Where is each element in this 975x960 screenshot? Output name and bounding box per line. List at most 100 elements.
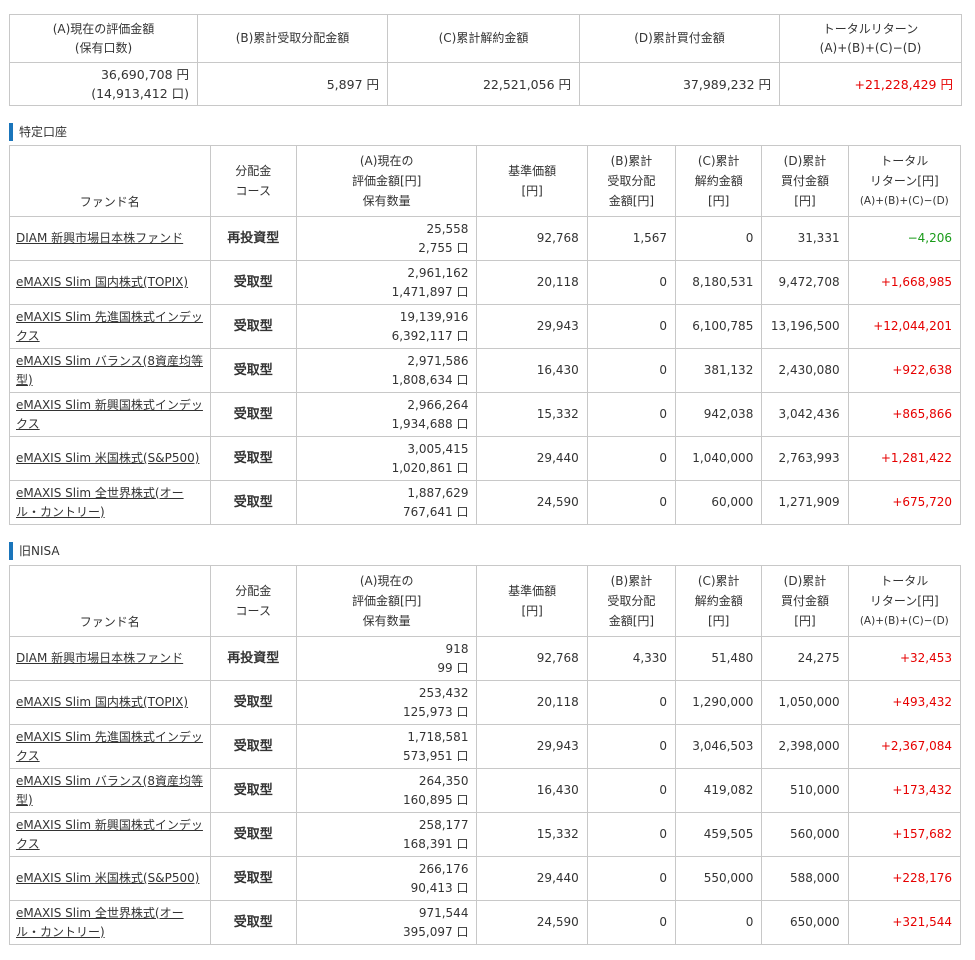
table-row: eMAXIS Slim バランス(8資産均等型) 受取型 2,971,586 1,80… xyxy=(9,348,962,393)
summary-d-value: 37,989,232 円 xyxy=(579,62,780,106)
distribution-course: 受取型 xyxy=(209,724,297,769)
distribution-course: 受取型 xyxy=(209,900,297,945)
base-price: 92,768 xyxy=(476,216,588,261)
distribution-course: 再投資型 xyxy=(209,636,297,681)
valuation-amount: 2,966,264 xyxy=(407,397,469,412)
holding-units: 767,641 口 xyxy=(403,504,469,519)
total-return: +675,720 xyxy=(847,480,962,525)
distribution-amount: 4,330 xyxy=(586,636,677,681)
header-fund-name-label: ファンド名 xyxy=(79,195,140,209)
fund-name-link[interactable]: DIAM 新興市場日本株ファンド xyxy=(16,231,183,245)
fund-name-link[interactable]: eMAXIS Slim 米国株式(S&P500) xyxy=(16,451,199,465)
base-price: 92,768 xyxy=(476,636,588,681)
distribution-course: 受取型 xyxy=(209,768,297,813)
fund-name-link[interactable]: eMAXIS Slim 国内株式(TOPIX) xyxy=(16,275,188,289)
header-base-price: 基準価額 [円] xyxy=(476,565,588,637)
purchase-amount: 560,000 xyxy=(761,812,849,857)
summary-a-cell: 36,690,708 円 (14,913,412 口) xyxy=(9,62,198,106)
valuation-cell: 2,961,162 1,471,897 口 xyxy=(295,260,478,305)
fund-name-cell: eMAXIS Slim 先進国株式インデックス xyxy=(9,304,211,349)
distribution-course: 受取型 xyxy=(209,812,297,857)
redemption-amount: 459,505 xyxy=(675,812,763,857)
fund-name-cell: eMAXIS Slim 全世界株式(オール・カントリー) xyxy=(9,900,211,945)
fund-name-link[interactable]: eMAXIS Slim 米国株式(S&P500) xyxy=(16,871,199,885)
total-return: +32,453 xyxy=(847,636,962,681)
header-purchase-label: (D)累計 買付金額 [円] xyxy=(780,154,829,208)
purchase-amount: 3,042,436 xyxy=(761,392,849,437)
fund-name-link[interactable]: eMAXIS Slim 国内株式(TOPIX) xyxy=(16,695,188,709)
redemption-amount: 550,000 xyxy=(675,856,763,901)
header-base-price: 基準価額 [円] xyxy=(476,145,588,217)
summary-header-b: (B)累計受取分配金額 xyxy=(197,14,388,63)
fund-table-tokutei: ファンド名 分配金 コース (A)現在の 評価金額[円] 保有数量 基準価額 [円] (… xyxy=(9,145,962,525)
base-price: 16,430 xyxy=(476,768,588,813)
header-purchase: (D)累計 買付金額 [円] xyxy=(761,145,849,217)
table-header-row: ファンド名 分配金 コース (A)現在の 評価金額[円] 保有数量 基準価額 [円] (… xyxy=(9,145,962,217)
table-row: eMAXIS Slim 米国株式(S&P500) 受取型 266,176 90,413… xyxy=(9,856,962,901)
valuation-cell: 1,718,581 573,951 口 xyxy=(295,724,478,769)
header-course: 分配金 コース xyxy=(209,565,297,637)
distribution-amount: 0 xyxy=(586,436,677,481)
fund-name-link[interactable]: eMAXIS Slim バランス(8資産均等型) xyxy=(16,774,203,807)
fund-name-link[interactable]: DIAM 新興市場日本株ファンド xyxy=(16,651,183,665)
table-row: eMAXIS Slim 先進国株式インデックス 受取型 1,718,581 573,9… xyxy=(9,724,962,769)
fund-name-link[interactable]: eMAXIS Slim バランス(8資産均等型) xyxy=(16,354,203,387)
fund-name-cell: eMAXIS Slim 先進国株式インデックス xyxy=(9,724,211,769)
redemption-amount: 1,290,000 xyxy=(675,680,763,725)
holding-units: 1,020,861 口 xyxy=(391,460,469,475)
redemption-amount: 60,000 xyxy=(675,480,763,525)
fund-name-link[interactable]: eMAXIS Slim 先進国株式インデックス xyxy=(16,310,203,343)
header-total-return-formula: (A)+(B)+(C)−(D) xyxy=(859,615,949,627)
valuation-cell: 19,139,916 6,392,117 口 xyxy=(295,304,478,349)
purchase-amount: 2,763,993 xyxy=(761,436,849,481)
fund-name-link[interactable]: eMAXIS Slim 新興国株式インデックス xyxy=(16,818,203,851)
fund-name-cell: eMAXIS Slim 国内株式(TOPIX) xyxy=(9,260,211,305)
distribution-course: 受取型 xyxy=(209,304,297,349)
valuation-cell: 258,177 168,391 口 xyxy=(295,812,478,857)
header-fund-name-label: ファンド名 xyxy=(79,615,140,629)
fund-name-cell: eMAXIS Slim 国内株式(TOPIX) xyxy=(9,680,211,725)
summary-b-value: 5,897 円 xyxy=(197,62,388,106)
valuation-amount: 19,139,916 xyxy=(399,309,469,324)
purchase-amount: 24,275 xyxy=(761,636,849,681)
distribution-amount: 0 xyxy=(586,724,677,769)
valuation-cell: 2,971,586 1,808,634 口 xyxy=(295,348,478,393)
holding-units: 1,934,688 口 xyxy=(391,416,469,431)
header-total-return: トータル リターン[円] (A)+(B)+(C)−(D) xyxy=(847,145,962,217)
holding-units: 1,471,897 口 xyxy=(391,284,469,299)
distribution-amount: 0 xyxy=(586,768,677,813)
fund-name-link[interactable]: eMAXIS Slim 先進国株式インデックス xyxy=(16,730,203,763)
header-redemption: (C)累計 解約金額 [円] xyxy=(675,565,763,637)
table-row: eMAXIS Slim 全世界株式(オール・カントリー) 受取型 1,887,629… xyxy=(9,480,962,525)
header-valuation: (A)現在の 評価金額[円] 保有数量 xyxy=(295,565,478,637)
total-return: +493,432 xyxy=(847,680,962,725)
header-fund-name: ファンド名 xyxy=(9,565,211,637)
purchase-amount: 31,331 xyxy=(761,216,849,261)
valuation-cell: 918 99 口 xyxy=(295,636,478,681)
distribution-amount: 0 xyxy=(586,680,677,725)
total-return: −4,206 xyxy=(847,216,962,261)
base-price: 29,440 xyxy=(476,436,588,481)
fund-name-link[interactable]: eMAXIS Slim 新興国株式インデックス xyxy=(16,398,203,431)
total-return: +173,432 xyxy=(847,768,962,813)
fund-name-cell: eMAXIS Slim バランス(8資産均等型) xyxy=(9,348,211,393)
fund-name-link[interactable]: eMAXIS Slim 全世界株式(オール・カントリー) xyxy=(16,486,184,519)
table-row: eMAXIS Slim バランス(8資産均等型) 受取型 264,350 160,89… xyxy=(9,768,962,813)
distribution-amount: 1,567 xyxy=(586,216,677,261)
total-return: +321,544 xyxy=(847,900,962,945)
valuation-cell: 3,005,415 1,020,861 口 xyxy=(295,436,478,481)
purchase-amount: 9,472,708 xyxy=(761,260,849,305)
valuation-cell: 1,887,629 767,641 口 xyxy=(295,480,478,525)
summary-header-c: (C)累計解約金額 xyxy=(387,14,580,63)
table-row: eMAXIS Slim 先進国株式インデックス 受取型 19,139,916 6,39… xyxy=(9,304,962,349)
header-redemption-label: (C)累計 解約金額 [円] xyxy=(694,154,743,208)
header-redemption-label: (C)累計 解約金額 [円] xyxy=(694,574,743,628)
table-row: eMAXIS Slim 国内株式(TOPIX) 受取型 253,432 125,973… xyxy=(9,680,962,725)
header-total-return: トータル リターン[円] (A)+(B)+(C)−(D) xyxy=(847,565,962,637)
fund-name-link[interactable]: eMAXIS Slim 全世界株式(オール・カントリー) xyxy=(16,906,184,939)
base-price: 29,943 xyxy=(476,304,588,349)
table-header-row: ファンド名 分配金 コース (A)現在の 評価金額[円] 保有数量 基準価額 [円] (… xyxy=(9,565,962,637)
valuation-amount: 1,718,581 xyxy=(407,729,469,744)
header-valuation-label: (A)現在の 評価金額[円] 保有数量 xyxy=(351,574,422,628)
holding-units: 125,973 口 xyxy=(403,704,469,719)
